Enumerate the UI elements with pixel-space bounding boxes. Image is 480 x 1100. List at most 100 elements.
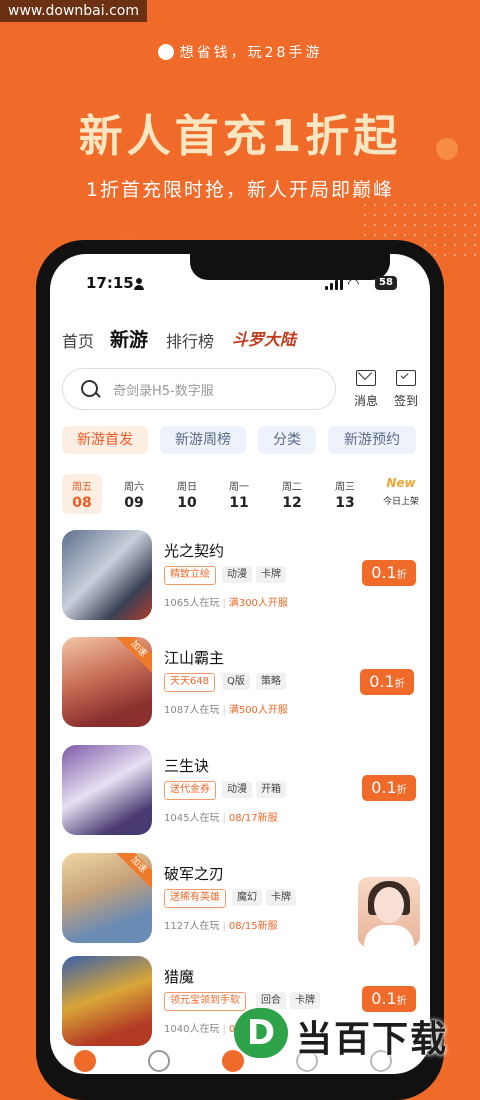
- game-thumbnail: 加速: [62, 637, 152, 727]
- promo-slogan: 想省钱，玩28手游: [0, 42, 480, 62]
- discount-button[interactable]: 0.1折: [360, 669, 414, 695]
- phone-screen: 17:15 ◠ 58 首页 新游 排行榜 斗罗大陆 奇剑录H5-数字服 消息 签…: [50, 254, 430, 1074]
- players-count: 1065人在玩: [164, 598, 220, 609]
- day-date: 12: [282, 495, 302, 511]
- checkin-button[interactable]: 签到: [388, 368, 424, 409]
- players-count: 1040人在玩: [164, 1024, 220, 1035]
- messages-label: 消息: [353, 394, 378, 408]
- day-item[interactable]: 周日 10: [167, 474, 207, 514]
- game-thumbnail: 加速: [62, 853, 152, 943]
- today-new-label: 今日上架: [382, 497, 419, 507]
- mascot-icon: [157, 44, 174, 60]
- promo-subline: 1折首充限时抢，新人开局即巅峰: [85, 179, 395, 201]
- download-logo-icon: D: [234, 1008, 288, 1058]
- genre-tag: 卡牌: [266, 889, 296, 906]
- site-watermark: www.downbai.com: [0, 0, 147, 22]
- server-note: 08/15新服: [228, 921, 278, 932]
- wifi-icon: ◠: [348, 276, 359, 292]
- date-selector: 周五 08 周六 09 周日 10 周一 11 周二 12 周三 13 New 今日上架: [62, 474, 422, 516]
- discount-button[interactable]: 0.1折: [362, 560, 416, 586]
- game-meta: 1040人在玩|08/: [164, 1020, 245, 1035]
- day-date: 08: [72, 495, 92, 511]
- game-thumbnail: [62, 530, 152, 620]
- tab-weekly-chart[interactable]: 新游周榜: [160, 426, 246, 454]
- day-item[interactable]: 周六 09: [114, 474, 154, 514]
- tab-rankings[interactable]: 排行榜: [166, 328, 214, 352]
- calendar-check-icon: [396, 370, 416, 386]
- day-weekday: 周三: [335, 482, 355, 493]
- discount-unit: 折: [396, 785, 407, 796]
- day-weekday: 周二: [282, 482, 302, 493]
- day-weekday: 周五: [72, 482, 92, 493]
- discount-value: 0.1: [371, 563, 397, 582]
- person-icon: [134, 278, 144, 290]
- checkin-label: 签到: [393, 394, 418, 408]
- game-name: 破军之刃: [164, 865, 225, 883]
- highlight-tag: 精致立绘: [164, 566, 216, 585]
- genre-tag: 魔幻: [232, 889, 262, 906]
- day-weekday: 周日: [177, 482, 197, 493]
- discount-value: 0.1: [371, 778, 397, 797]
- day-date: 13: [335, 495, 355, 511]
- discount-unit: 折: [396, 570, 407, 581]
- livestream-avatar[interactable]: [358, 877, 420, 947]
- day-weekday: 周一: [229, 482, 249, 493]
- chat-tab-icon[interactable]: [148, 1050, 170, 1072]
- game-list-item[interactable]: 光之契约 精致立绘 动漫 卡牌 1065人在玩 | 满300人开服 0.1折: [62, 530, 422, 622]
- game-name: 光之契约: [164, 542, 225, 560]
- today-new-button[interactable]: New 今日上架: [378, 476, 424, 507]
- players-count: 1045人在玩: [164, 813, 220, 824]
- home-tab-icon[interactable]: [74, 1050, 96, 1072]
- day-weekday: 周六: [124, 482, 144, 493]
- day-item[interactable]: 周三 13: [325, 474, 365, 514]
- genre-tag: 卡牌: [256, 566, 286, 583]
- server-note: 满300人开服: [228, 598, 288, 609]
- genre-tag: 开箱: [256, 781, 286, 798]
- game-meta: 1087人在玩 | 满500人开服: [164, 705, 288, 716]
- players-count: 1127人在玩: [164, 921, 220, 932]
- search-placeholder: 奇剑录H5-数字服: [113, 384, 214, 399]
- messages-button[interactable]: 消息: [348, 368, 384, 409]
- tab-reservations[interactable]: 新游预约: [328, 426, 416, 454]
- game-list-item[interactable]: 三生诀 送代金券 动漫 开箱 1045人在玩 | 08/17新服 0.1折: [62, 745, 422, 837]
- game-list-item[interactable]: 加速 破军之刃 送稀有英雄 魔幻 卡牌 1127人在玩 | 08/15新服: [62, 853, 422, 947]
- game-name: 猎魔: [164, 968, 195, 986]
- day-item[interactable]: 周五 08: [62, 474, 102, 514]
- highlight-tag: 送代金券: [164, 781, 216, 800]
- day-date: 11: [229, 495, 249, 511]
- game-list-item[interactable]: 加速 江山霸主 天天648 Q版 策略 1087人在玩 | 满500人开服 0.1折: [62, 637, 422, 729]
- search-icon: [81, 380, 98, 397]
- genre-tag: 动漫: [222, 566, 252, 583]
- featured-game-logo[interactable]: 斗罗大陆: [232, 326, 296, 350]
- discount-button[interactable]: 0.1折: [362, 775, 416, 801]
- tab-new-games[interactable]: 新游: [110, 325, 148, 352]
- highlight-tag: 天天648: [164, 673, 216, 692]
- discount-value: 0.1: [369, 672, 395, 691]
- day-item[interactable]: 周二 12: [272, 474, 312, 514]
- discount-unit: 折: [394, 679, 405, 690]
- game-thumbnail: [62, 745, 152, 835]
- status-time: 17:15: [86, 274, 134, 292]
- tab-home[interactable]: 首页: [62, 328, 94, 352]
- search-input[interactable]: 奇剑录H5-数字服: [62, 368, 336, 410]
- genre-tag: 策略: [256, 673, 286, 690]
- signal-icon: [325, 278, 343, 290]
- genre-tag: 动漫: [222, 781, 252, 798]
- highlight-tag: 送稀有英雄: [164, 889, 226, 908]
- status-bar: 17:15 ◠ 58: [50, 274, 430, 296]
- game-meta: 1127人在玩 | 08/15新服: [164, 921, 278, 932]
- game-name: 江山霸主: [164, 649, 225, 667]
- game-meta: 1065人在玩 | 满300人开服: [164, 598, 288, 609]
- promo-headline: 新人首充1折起: [78, 111, 402, 162]
- day-item[interactable]: 周一 11: [219, 474, 259, 514]
- day-date: 10: [177, 495, 197, 511]
- download-site-brand: D 当百下载: [234, 1004, 480, 1062]
- new-badge: New: [386, 476, 416, 490]
- server-note: 满500人开服: [228, 705, 288, 716]
- players-count: 1087人在玩: [164, 705, 220, 716]
- tab-new-release[interactable]: 新游首发: [62, 426, 148, 454]
- tab-categories[interactable]: 分类: [258, 426, 316, 454]
- game-meta: 1045人在玩 | 08/17新服: [164, 813, 278, 824]
- game-name: 三生诀: [164, 757, 210, 775]
- mail-icon: [356, 370, 376, 386]
